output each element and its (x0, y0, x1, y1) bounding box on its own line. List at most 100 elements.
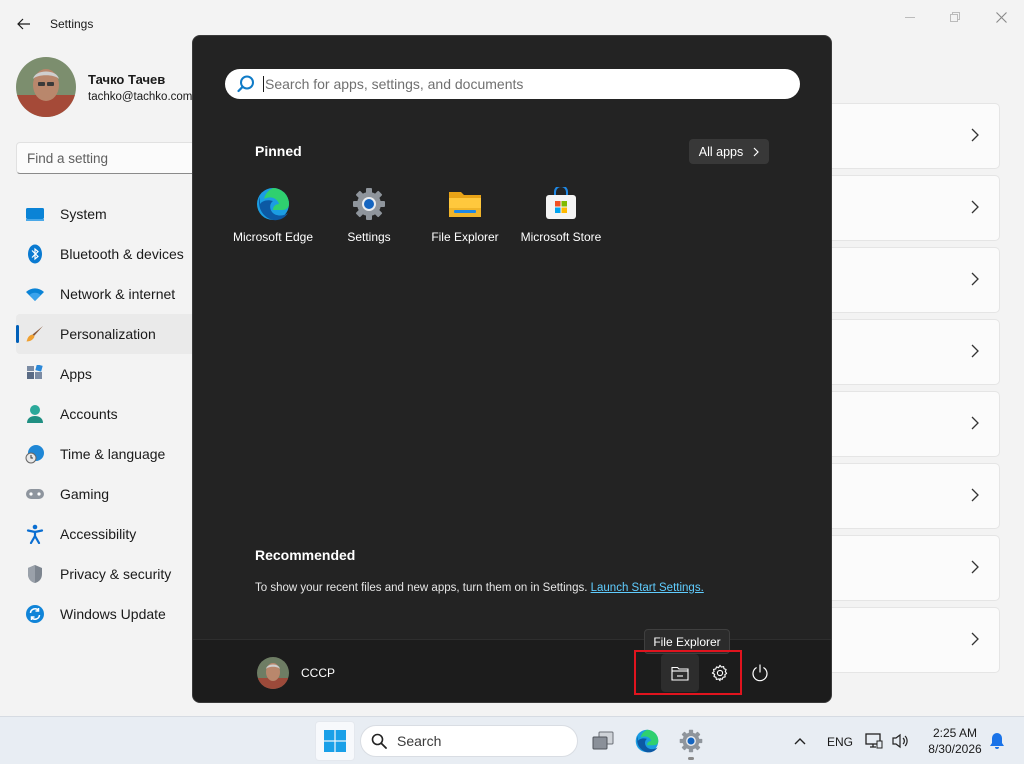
settings-gear-icon (351, 186, 387, 222)
nav-item-apps[interactable]: Apps (16, 354, 216, 394)
nav-item-personalization[interactable]: Personalization (16, 314, 216, 354)
pinned-heading: Pinned (255, 143, 302, 159)
user-avatar[interactable] (257, 657, 289, 689)
pinned-app-store[interactable]: Microsoft Store (513, 186, 609, 256)
pinned-apps: Microsoft Edge Settings File Explorer Mi… (225, 186, 609, 256)
pinned-app-label: File Explorer (431, 230, 499, 244)
nav-item-accessibility[interactable]: Accessibility (16, 514, 216, 554)
settings-cards (832, 103, 1000, 679)
minimize-icon (905, 17, 915, 18)
nav-item-accounts[interactable]: Accounts (16, 394, 216, 434)
settings-card[interactable] (832, 175, 1000, 241)
pinned-app-settings[interactable]: Settings (321, 186, 417, 256)
nav-label: Accounts (60, 406, 118, 422)
paintbrush-icon (24, 323, 46, 345)
all-apps-button[interactable]: All apps (689, 139, 769, 164)
taskbar-search-label: Search (397, 733, 442, 749)
nav-label: Time & language (60, 446, 166, 462)
settings-card[interactable] (832, 391, 1000, 457)
find-setting-input[interactable]: Find a setting (16, 142, 206, 174)
settings-card[interactable] (832, 319, 1000, 385)
settings-card[interactable] (832, 463, 1000, 529)
pinned-app-label: Settings (347, 230, 391, 244)
arrow-left-icon (17, 18, 30, 30)
nav-label: Personalization (60, 326, 156, 342)
nav-label: Gaming (60, 486, 110, 502)
settings-card[interactable] (832, 535, 1000, 601)
power-button[interactable] (741, 654, 779, 692)
taskbar-settings[interactable] (671, 721, 711, 761)
person-icon (24, 403, 46, 425)
apps-icon (24, 363, 46, 385)
edge-icon (255, 186, 291, 222)
chevron-right-icon (971, 128, 979, 142)
nav-label: Apps (60, 366, 92, 382)
start-search-box[interactable] (225, 69, 800, 99)
pinned-app-edge[interactable]: Microsoft Edge (225, 186, 321, 256)
search-icon (371, 733, 387, 749)
taskbar-edge[interactable] (627, 721, 667, 761)
settings-card[interactable] (832, 247, 1000, 313)
chevron-right-icon (971, 416, 979, 430)
recommended-heading: Recommended (255, 547, 356, 563)
minimize-button[interactable] (887, 6, 933, 28)
nav-label: Bluetooth & devices (60, 246, 184, 262)
task-view-icon (592, 731, 614, 750)
nav-item-privacy[interactable]: Privacy & security (16, 554, 216, 594)
task-view-button[interactable] (583, 721, 623, 761)
nav-item-gaming[interactable]: Gaming (16, 474, 216, 514)
folder-icon (447, 186, 483, 222)
chevron-right-icon (971, 488, 979, 502)
shield-icon (24, 563, 46, 585)
nav-item-bluetooth[interactable]: Bluetooth & devices (16, 234, 216, 274)
highlight-box (634, 650, 742, 695)
store-icon (543, 186, 579, 222)
windows-logo-icon (324, 730, 346, 752)
taskbar: Search ENG 2:25 AM 8/30/2026 (0, 716, 1024, 764)
start-button[interactable] (315, 721, 355, 761)
launch-start-settings-link[interactable]: Launch Start Settings. (591, 582, 704, 594)
close-button[interactable] (978, 6, 1024, 28)
nav-item-windows-update[interactable]: Windows Update (16, 594, 216, 634)
bell-icon (990, 733, 1004, 749)
nav-item-system[interactable]: System (16, 194, 216, 234)
chevron-right-icon (971, 200, 979, 214)
back-button[interactable] (12, 12, 36, 36)
nav-item-time-language[interactable]: Time & language (16, 434, 216, 474)
volume-status[interactable] (889, 721, 913, 761)
close-icon (995, 11, 1007, 23)
running-indicator (688, 757, 694, 760)
show-hidden-icons-button[interactable] (780, 721, 820, 761)
all-apps-label: All apps (698, 144, 744, 159)
network-icon (865, 733, 883, 749)
network-status[interactable] (862, 721, 886, 761)
pinned-app-label: Microsoft Store (520, 230, 602, 244)
nav-label: System (60, 206, 107, 222)
pinned-app-file-explorer[interactable]: File Explorer (417, 186, 513, 256)
chevron-right-icon (971, 632, 979, 646)
settings-card[interactable] (832, 607, 1000, 673)
power-icon (752, 664, 768, 682)
recommended-message: To show your recent files and new apps, … (255, 582, 704, 594)
start-search-input[interactable] (265, 76, 765, 92)
clock[interactable]: 2:25 AM 8/30/2026 (920, 725, 990, 757)
chevron-up-icon (794, 738, 806, 745)
taskbar-search[interactable]: Search (360, 725, 578, 757)
user-name: CCCP (301, 666, 336, 680)
profile-avatar[interactable] (16, 57, 76, 117)
maximize-button[interactable] (932, 6, 978, 28)
notifications-button[interactable] (986, 721, 1008, 761)
wifi-icon (24, 283, 46, 305)
edge-icon (635, 729, 659, 753)
app-title: Settings (50, 17, 94, 31)
monitor-icon (24, 203, 46, 225)
chevron-right-icon (971, 272, 979, 286)
speaker-icon (892, 733, 908, 749)
input-language[interactable]: ENG (827, 735, 853, 749)
nav-item-network[interactable]: Network & internet (16, 274, 216, 314)
nav-label: Network & internet (60, 286, 176, 302)
start-menu: Pinned All apps Microsoft Edge Settings … (192, 35, 832, 703)
settings-card[interactable] (832, 103, 1000, 169)
chevron-right-icon (971, 560, 979, 574)
nav-label: Windows Update (60, 606, 166, 622)
